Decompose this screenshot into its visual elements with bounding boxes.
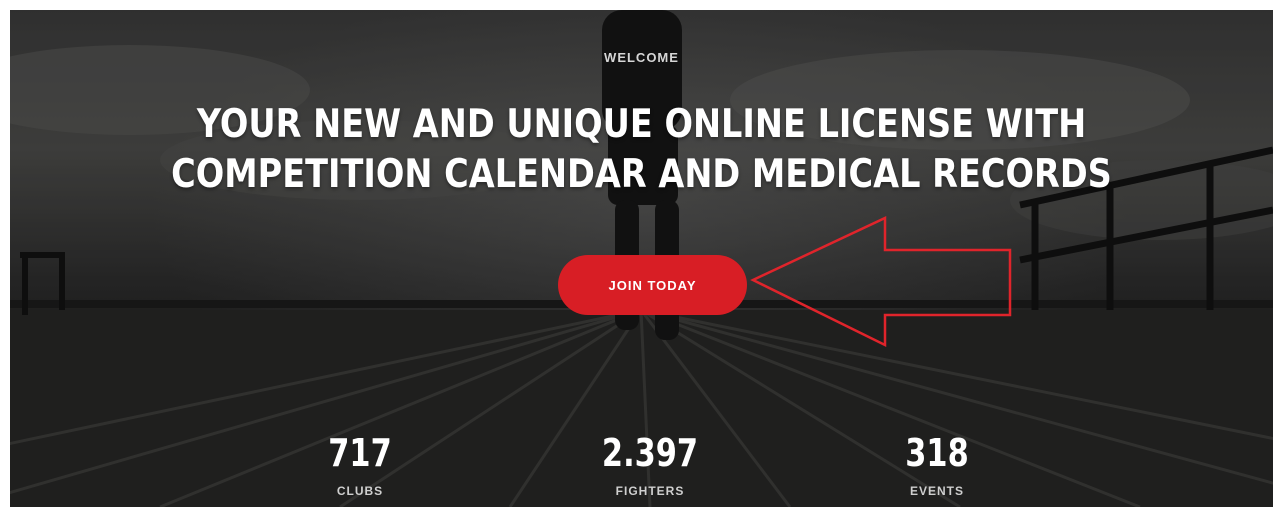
stat-events-value: 318 bbox=[905, 431, 969, 475]
stat-clubs-value: 717 bbox=[328, 431, 392, 475]
hero-eyebrow: WELCOME bbox=[604, 50, 679, 65]
join-today-button[interactable]: JOIN TODAY bbox=[558, 255, 747, 315]
stat-fighters-label: FIGHTERS bbox=[615, 484, 685, 498]
stat-events: 318 EVENTS bbox=[837, 430, 1037, 498]
stat-fighters: 2.397 FIGHTERS bbox=[550, 430, 750, 498]
red-outline-arrow-icon bbox=[750, 216, 1012, 348]
hero-headline-line-2: COMPETITION CALENDAR AND MEDICAL RECORDS bbox=[171, 152, 1112, 197]
stat-fighters-value: 2.397 bbox=[601, 431, 699, 475]
hero-headline: YOUR NEW AND UNIQUE ONLINE LICENSE WITH … bbox=[98, 100, 1184, 200]
stat-events-label: EVENTS bbox=[909, 484, 964, 498]
stat-clubs-label: CLUBS bbox=[336, 484, 384, 498]
stat-clubs: 717 CLUBS bbox=[260, 430, 460, 498]
hero-headline-line-1: YOUR NEW AND UNIQUE ONLINE LICENSE WITH bbox=[196, 102, 1087, 147]
hero-section: WELCOME YOUR NEW AND UNIQUE ONLINE LICEN… bbox=[10, 10, 1273, 507]
